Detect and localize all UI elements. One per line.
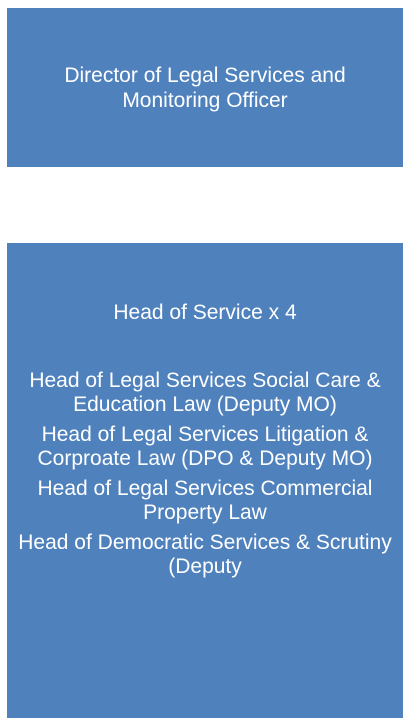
role-item: Head of Legal Services Social Care & Edu… — [29, 369, 381, 416]
heads-of-service-box: Head of Service x 4 Head of Legal Servic… — [7, 243, 403, 718]
role-list: Head of Legal Services Social Care & Edu… — [13, 369, 397, 585]
director-title: Director of Legal Services and Monitorin… — [64, 63, 346, 112]
role-item: Head of Legal Services Commercial Proper… — [37, 477, 373, 524]
org-chart: Director of Legal Services and Monitorin… — [0, 0, 410, 718]
director-box: Director of Legal Services and Monitorin… — [7, 8, 403, 167]
role-item: Head of Democratic Services & Scrutiny (… — [18, 531, 392, 578]
heads-of-service-heading: Head of Service x 4 — [113, 301, 297, 324]
role-item: Head of Legal Services Litigation & Corp… — [37, 423, 373, 470]
